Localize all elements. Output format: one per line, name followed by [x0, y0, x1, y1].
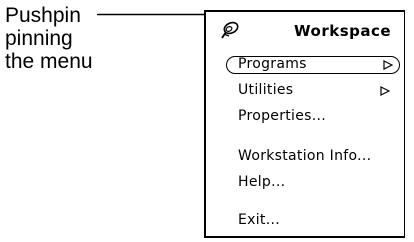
workspace-menu: Workspace Programs Utilities Properties.…: [204, 10, 405, 238]
menu-item-programs[interactable]: Programs: [226, 56, 400, 74]
callout-label: Pushpin pinning the menu: [5, 4, 93, 73]
triangle-right-icon: [383, 60, 393, 70]
callout-line-3: the menu: [5, 50, 93, 73]
triangle-right-icon: [380, 86, 390, 96]
menu-item-label: Exit...: [238, 212, 280, 228]
menu-item-workstation-info[interactable]: Workstation Info...: [238, 148, 371, 164]
menu-item-properties[interactable]: Properties...: [238, 108, 326, 124]
menu-item-label: Properties...: [238, 108, 327, 124]
menu-header: Workspace: [206, 12, 405, 48]
menu-item-label: Programs: [238, 56, 307, 72]
menu-item-label: Workstation Info...: [238, 148, 372, 164]
callout-line-2: pinning: [5, 27, 73, 50]
menu-item-label: Help...: [238, 174, 286, 190]
menu-item-exit[interactable]: Exit...: [238, 212, 280, 228]
pushpin-icon[interactable]: [220, 21, 242, 39]
menu-item-help[interactable]: Help...: [238, 174, 285, 190]
callout-leader-line: [97, 13, 209, 16]
menu-item-utilities[interactable]: Utilities: [238, 82, 293, 98]
menu-item-label: Utilities: [238, 82, 294, 98]
menu-title: Workspace: [294, 22, 392, 40]
callout-line-1: Pushpin: [5, 4, 81, 27]
